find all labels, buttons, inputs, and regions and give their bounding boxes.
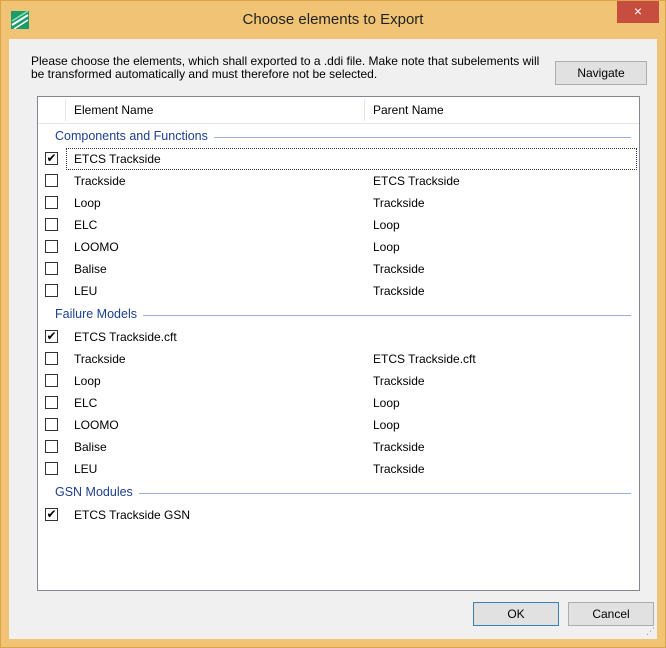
list-item[interactable]: ✔ ETCS Trackside.cft [38, 326, 639, 348]
element-name: LEU [74, 284, 98, 298]
checkbox[interactable] [45, 196, 58, 209]
resize-grip-icon[interactable]: ⋰ [646, 626, 655, 637]
element-name: LOOMO [74, 418, 119, 432]
element-name: ETCS Trackside GSN [74, 508, 191, 522]
instructions-text: Please choose the elements, which shall … [31, 54, 540, 81]
parent-name: ETCS Trackside [373, 174, 460, 188]
element-list[interactable]: Element Name Parent Name Components and … [37, 96, 640, 591]
list-item[interactable]: Balise Trackside [38, 258, 639, 280]
cancel-button[interactable]: Cancel [568, 602, 654, 626]
element-name: Trackside [74, 352, 126, 366]
checkbox[interactable] [45, 462, 58, 475]
export-dialog: Choose elements to Export × Please choos… [0, 0, 666, 648]
parent-name: Loop [373, 218, 400, 232]
list-item[interactable]: ELC Loop [38, 214, 639, 236]
parent-name: Trackside [373, 284, 425, 298]
list-item[interactable]: LOOMO Loop [38, 414, 639, 436]
checkbox[interactable] [45, 396, 58, 409]
group-separator [55, 493, 631, 494]
title-bar[interactable]: Choose elements to Export × [1, 1, 665, 39]
parent-name: ETCS Trackside.cft [373, 352, 476, 366]
list-item[interactable]: LEU Trackside [38, 458, 639, 480]
parent-name: Loop [373, 418, 400, 432]
list-item[interactable]: Loop Trackside [38, 370, 639, 392]
element-name: Loop [74, 196, 101, 210]
element-name: Balise [74, 262, 107, 276]
window-title: Choose elements to Export [242, 11, 424, 28]
element-name: ELC [74, 218, 98, 232]
ok-button[interactable]: OK [473, 602, 559, 626]
navigate-button[interactable]: Navigate [555, 61, 647, 85]
element-name: ETCS Trackside [74, 152, 161, 166]
parent-name: Loop [373, 240, 400, 254]
list-item[interactable]: LEU Trackside [38, 280, 639, 302]
checkbox[interactable] [45, 174, 58, 187]
checkbox[interactable]: ✔ [45, 152, 58, 165]
group-header: Components and Functions [38, 127, 639, 147]
checkbox[interactable] [45, 262, 58, 275]
group-header: GSN Modules [38, 483, 639, 503]
list-header: Element Name Parent Name [38, 97, 639, 124]
checkbox[interactable] [45, 352, 58, 365]
checkbox[interactable] [45, 218, 58, 231]
checkbox[interactable] [45, 374, 58, 387]
close-button[interactable]: × [617, 1, 659, 23]
list-item[interactable]: LOOMO Loop [38, 236, 639, 258]
list-item[interactable]: ELC Loop [38, 392, 639, 414]
element-name: LEU [74, 462, 98, 476]
column-header-element-name[interactable]: Element Name [74, 97, 153, 123]
parent-name: Trackside [373, 262, 425, 276]
parent-name: Trackside [373, 462, 425, 476]
element-name: LOOMO [74, 240, 119, 254]
parent-name: Loop [373, 396, 400, 410]
element-name: Trackside [74, 174, 126, 188]
dialog-client-area: Please choose the elements, which shall … [9, 39, 657, 639]
group-label: GSN Modules [55, 485, 139, 499]
checkbox[interactable]: ✔ [45, 330, 58, 343]
parent-name: Trackside [373, 374, 425, 388]
list-item[interactable]: Trackside ETCS Trackside.cft [38, 348, 639, 370]
checkbox[interactable] [45, 240, 58, 253]
checkbox[interactable] [45, 284, 58, 297]
list-item[interactable]: Trackside ETCS Trackside [38, 170, 639, 192]
list-item[interactable]: ✔ ETCS Trackside [38, 148, 639, 170]
parent-name: Trackside [373, 196, 425, 210]
group-label: Components and Functions [55, 129, 214, 143]
checkbox[interactable] [45, 418, 58, 431]
column-header-parent-name[interactable]: Parent Name [373, 97, 444, 123]
element-name: ELC [74, 396, 98, 410]
group-label: Failure Models [55, 307, 143, 321]
list-item[interactable]: Balise Trackside [38, 436, 639, 458]
element-name: Loop [74, 374, 101, 388]
element-name: ETCS Trackside.cft [74, 330, 177, 344]
header-divider [65, 99, 66, 121]
parent-name: Trackside [373, 440, 425, 454]
group-header: Failure Models [38, 305, 639, 325]
element-name: Balise [74, 440, 107, 454]
header-divider [364, 99, 365, 121]
list-item[interactable]: ✔ ETCS Trackside GSN [38, 504, 639, 526]
checkbox[interactable] [45, 440, 58, 453]
checkbox[interactable]: ✔ [45, 508, 58, 521]
close-icon: × [633, 3, 643, 19]
list-item[interactable]: Loop Trackside [38, 192, 639, 214]
